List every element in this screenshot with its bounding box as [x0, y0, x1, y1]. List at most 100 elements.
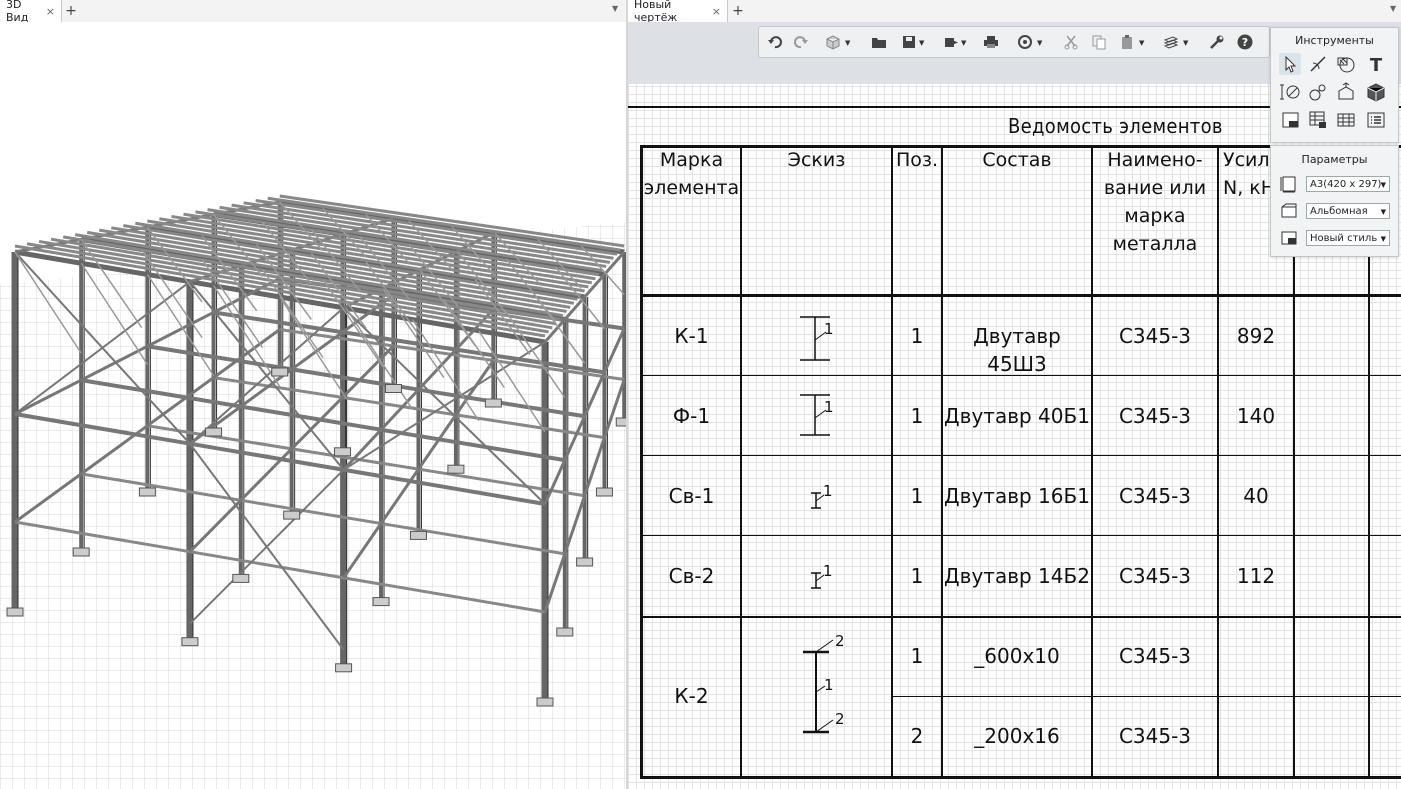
- cut-icon[interactable]: [1063, 34, 1079, 50]
- row-mark: Св-1: [668, 484, 715, 508]
- open-folder-icon[interactable]: [871, 34, 887, 50]
- column-base: [271, 367, 289, 377]
- chevron-down-icon[interactable]: ▼: [1390, 4, 1396, 13]
- params-panel: Параметры А3(420 x 297) ▼ Альбомная ▼ Новы…: [1270, 145, 1399, 257]
- column-base: [484, 398, 502, 408]
- row-steel: С345-3: [1118, 724, 1192, 748]
- sketch-label: 1: [824, 320, 834, 338]
- 3d-model-canvas[interactable]: [0, 22, 626, 789]
- row-steel: С345-3: [1118, 484, 1192, 508]
- paste-icon[interactable]: [1119, 34, 1135, 50]
- export-icon[interactable]: [943, 34, 959, 50]
- column-base: [335, 663, 353, 673]
- add-tab-button[interactable]: +: [729, 2, 747, 20]
- sketch-label: 1: [824, 676, 834, 694]
- layers-icon[interactable]: [1163, 34, 1179, 50]
- settings-wrench-icon[interactable]: [1209, 34, 1225, 50]
- column-base: [372, 597, 390, 607]
- chevron-down-icon: ▼: [1380, 181, 1386, 189]
- row-composition: _600x10: [974, 644, 1060, 668]
- table-title: Ведомость элементов: [1008, 114, 1223, 138]
- view-cube-icon[interactable]: [825, 34, 841, 50]
- orientation-value: Альбомная: [1310, 206, 1368, 217]
- close-icon[interactable]: ×: [46, 5, 55, 18]
- row-pos: 1: [910, 564, 924, 588]
- chevron-down-icon[interactable]: ▼: [1037, 39, 1042, 47]
- 3d-viewport[interactable]: [0, 22, 626, 789]
- row-pos: 1: [910, 484, 924, 508]
- style-icon: [1281, 231, 1297, 245]
- orientation-select[interactable]: Альбомная ▼: [1306, 203, 1390, 219]
- node-icon[interactable]: [1307, 81, 1329, 103]
- chevron-down-icon[interactable]: ▼: [1139, 39, 1144, 47]
- chevron-down-icon: ▼: [1380, 235, 1386, 243]
- sheet-format-select[interactable]: А3(420 x 297) ▼: [1306, 176, 1390, 192]
- row-mark: К-2: [674, 684, 709, 708]
- table-edit-icon[interactable]: [1307, 109, 1329, 131]
- header-steel-line1: Наимено-: [1107, 149, 1203, 171]
- row-line: [641, 616, 1401, 618]
- help-icon[interactable]: ?: [1237, 34, 1253, 50]
- orientation-icon: [1281, 203, 1297, 218]
- right-tabbar: Новый чертёж × + ▼: [628, 0, 1401, 24]
- sketch-label: 1: [824, 398, 834, 416]
- redo-icon[interactable]: [793, 34, 809, 50]
- pointer-icon[interactable]: [1279, 53, 1301, 75]
- row-line: [641, 455, 1401, 456]
- row-composition: _200x16: [974, 724, 1060, 748]
- chevron-down-icon[interactable]: ▼: [845, 39, 850, 47]
- sketch-label: 2: [835, 710, 845, 728]
- table-border-bottom: [641, 776, 1401, 779]
- row-composition: Двутавр 14Б2: [944, 564, 1090, 588]
- add-tab-button[interactable]: +: [62, 2, 80, 20]
- header-mark-line1: Марка: [659, 149, 724, 171]
- row-force: 40: [1243, 484, 1269, 508]
- box-icon[interactable]: [1365, 81, 1387, 103]
- row-line: [641, 535, 1401, 536]
- tab-3d-view[interactable]: 3D Вид ×: [0, 0, 62, 24]
- hatch-icon[interactable]: [1335, 53, 1357, 75]
- undo-icon[interactable]: [767, 34, 783, 50]
- style-select[interactable]: Новый стиль ▼: [1306, 230, 1390, 246]
- row-force: 112: [1236, 564, 1276, 588]
- column-base: [409, 530, 427, 540]
- print-icon[interactable]: [983, 34, 999, 50]
- column-base: [556, 627, 574, 637]
- column-base: [536, 697, 554, 707]
- close-icon[interactable]: ×: [712, 5, 721, 18]
- chevron-down-icon[interactable]: ▼: [961, 39, 966, 47]
- row-steel: С345-3: [1118, 644, 1192, 668]
- dimension-icon[interactable]: [1279, 81, 1301, 103]
- row-pos: 1: [910, 644, 924, 668]
- text-icon[interactable]: T: [1365, 53, 1387, 75]
- header-mark: Марка элемента: [643, 146, 740, 202]
- chevron-down-icon[interactable]: ▼: [1183, 39, 1188, 47]
- title-block-icon[interactable]: [1279, 109, 1301, 131]
- sketch-i-beam-small: 1: [811, 482, 833, 509]
- header-pos: Поз.: [895, 149, 939, 171]
- svg-text:T: T: [1370, 55, 1383, 75]
- sketch-welded-section: 2 1 2: [803, 632, 845, 734]
- tab-new-drawing[interactable]: Новый чертёж ×: [628, 0, 728, 24]
- column-base: [6, 607, 24, 617]
- snap-icon[interactable]: [1017, 34, 1033, 50]
- chevron-down-icon[interactable]: ▼: [919, 39, 924, 47]
- col-line: [740, 145, 742, 779]
- tools-panel-title: Инструменты: [1295, 34, 1374, 47]
- extrude-icon[interactable]: [1335, 81, 1357, 103]
- copy-icon[interactable]: [1091, 34, 1107, 50]
- tools-panel: Инструменты T: [1270, 27, 1399, 143]
- row-steel: С345-3: [1118, 404, 1192, 428]
- line-icon[interactable]: [1307, 53, 1329, 75]
- sketch-label: 1: [823, 562, 833, 580]
- column-base: [334, 447, 352, 457]
- left-tabbar: 3D Вид × + ▼: [0, 0, 626, 24]
- params-panel-title: Параметры: [1301, 153, 1368, 166]
- list-icon[interactable]: [1365, 109, 1387, 131]
- chevron-down-icon[interactable]: ▼: [612, 4, 618, 13]
- column-base: [181, 637, 199, 647]
- table-icon[interactable]: [1335, 109, 1357, 131]
- header-mark-line2: элемента: [643, 177, 740, 199]
- row-composition: Двутавр 45Ш3: [973, 324, 1061, 376]
- save-icon[interactable]: [901, 34, 917, 50]
